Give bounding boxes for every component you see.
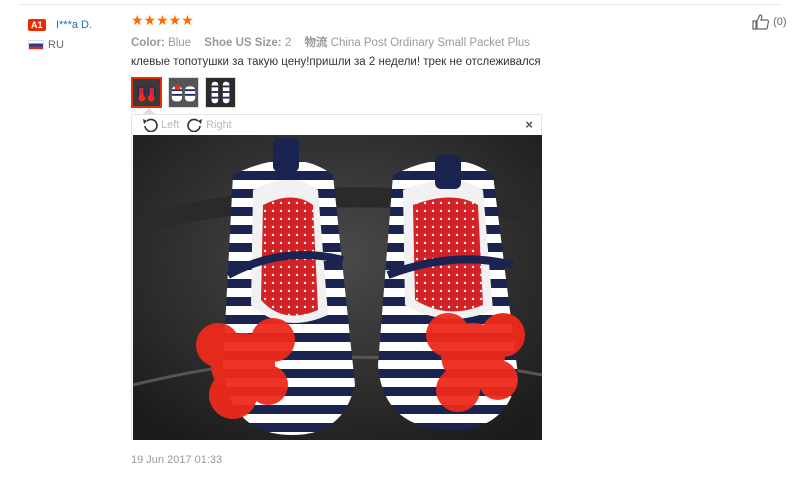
review-photo-thumbnail[interactable] bbox=[131, 77, 162, 108]
attr-shipping-key: 物流 bbox=[304, 37, 328, 49]
reviewer-name[interactable]: I***a D. bbox=[56, 19, 92, 31]
review-thumbnails bbox=[131, 77, 236, 108]
review-photo bbox=[133, 135, 542, 440]
star-rating: ★★★★★ bbox=[131, 12, 194, 28]
viewer-toolbar: Left Right × bbox=[132, 115, 541, 135]
reviewer-country: RU bbox=[28, 39, 64, 51]
attr-color-value: Blue bbox=[168, 37, 192, 49]
rotate-right-label: Right bbox=[206, 118, 232, 131]
rotate-right-icon bbox=[187, 118, 202, 133]
close-icon[interactable]: × bbox=[525, 117, 533, 132]
helpful-count: (0) bbox=[773, 15, 787, 28]
rotate-left-button[interactable]: Left bbox=[142, 118, 180, 133]
review-date: 19 Jun 2017 01:33 bbox=[131, 454, 223, 466]
attr-shipping-value: China Post Ordinary Small Packet Plus bbox=[330, 37, 531, 49]
shoe-photo-thumb-icon bbox=[206, 78, 235, 107]
review-photo-thumbnail[interactable] bbox=[168, 77, 199, 108]
review-text: клевые топотушки за такую цену!пришли за… bbox=[131, 56, 541, 68]
attr-size-value: 2 bbox=[284, 37, 292, 49]
country-code: RU bbox=[48, 39, 64, 51]
baby-shoes-photo bbox=[133, 135, 542, 440]
russia-flag-icon bbox=[28, 40, 44, 51]
shoe-photo-thumb-icon bbox=[169, 78, 198, 107]
thumbs-up-icon bbox=[752, 14, 770, 30]
order-attributes: Color: Blue Shoe US Size: 2 物流 China Pos… bbox=[131, 34, 540, 50]
rotate-left-label: Left bbox=[161, 118, 180, 131]
review-photo-thumbnail[interactable] bbox=[205, 77, 236, 108]
divider bbox=[20, 4, 780, 5]
shoe-photo-thumb-icon bbox=[133, 79, 160, 106]
rotate-left-icon bbox=[143, 118, 158, 133]
rotate-right-button[interactable]: Right bbox=[187, 118, 232, 133]
attr-size-key: Shoe US Size: bbox=[204, 37, 282, 49]
helpful-button[interactable]: (0) bbox=[752, 14, 787, 30]
image-viewer: Left Right × bbox=[131, 114, 542, 440]
attr-color-key: Color: bbox=[131, 37, 165, 49]
reviewer-info: A1 I***a D. bbox=[28, 16, 92, 34]
buyer-level-badge: A1 bbox=[28, 18, 46, 31]
